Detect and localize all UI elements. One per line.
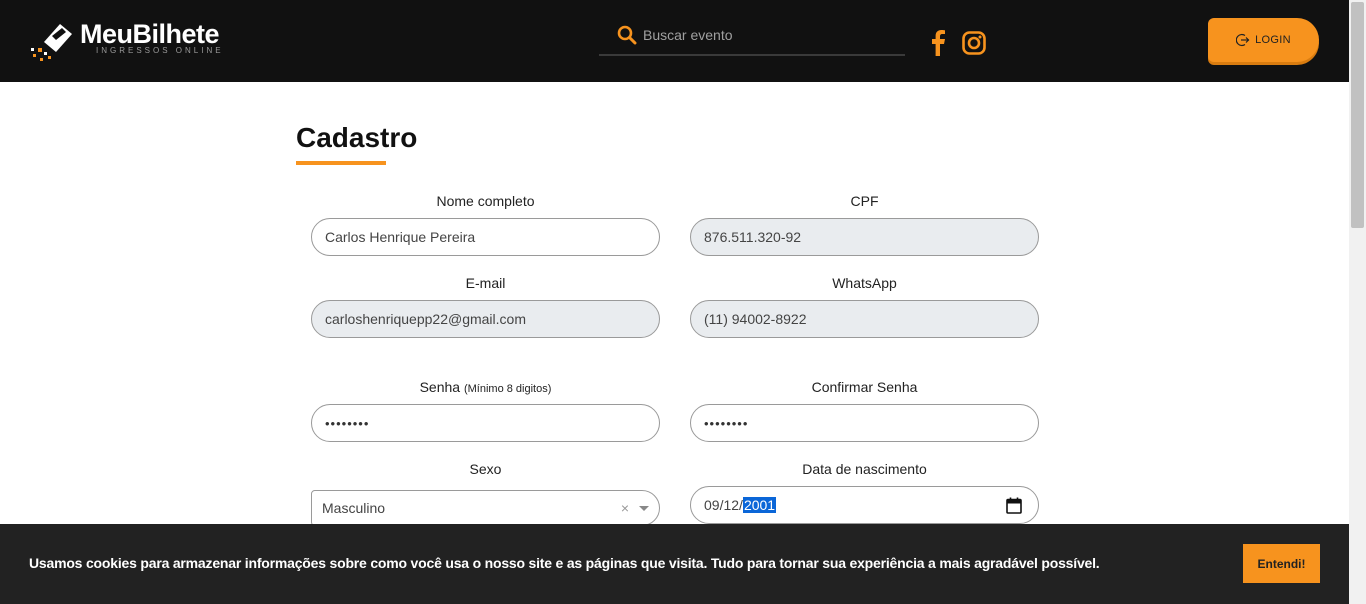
confirmar-value: •••••••• — [704, 415, 749, 431]
logo-ticket-icon — [31, 24, 72, 61]
cpf-value: 876.511.320-92 — [704, 229, 802, 245]
whatsapp-label: WhatsApp — [832, 275, 897, 291]
logo[interactable]: MeuBilhete INGRESSOS ONLINE — [30, 20, 224, 62]
sexo-label: Sexo — [469, 461, 502, 477]
logo-text: MeuBilhete — [80, 19, 220, 49]
senha-input[interactable]: •••••••• — [311, 404, 660, 442]
login-button[interactable]: LOGIN — [1208, 18, 1319, 62]
date-day[interactable]: 12 — [723, 497, 739, 513]
nome-input[interactable]: Carlos Henrique Pereira — [311, 218, 660, 256]
cookie-text: Usamos cookies para armazenar informaçõe… — [29, 555, 1100, 571]
nascimento-label: Data de nascimento — [802, 461, 927, 477]
title-underline — [296, 161, 386, 165]
nascimento-input[interactable]: 09/12/2001 — [690, 486, 1039, 524]
confirmar-input[interactable]: •••••••• — [690, 404, 1039, 442]
email-input[interactable]: carloshenriquepp22@gmail.com — [311, 300, 660, 338]
login-label: LOGIN — [1255, 34, 1291, 46]
site-header: MeuBilhete INGRESSOS ONLINE LOGIN — [0, 0, 1349, 82]
sexo-select[interactable]: Masculino × — [311, 490, 660, 526]
cookie-accept-button[interactable]: Entendi! — [1243, 544, 1320, 583]
confirmar-label: Confirmar Senha — [811, 379, 918, 395]
whatsapp-value: (11) 94002-8922 — [704, 311, 807, 327]
senha-label: Senha (Mínimo 8 digitos) — [311, 379, 660, 395]
logo-subtitle: INGRESSOS ONLINE — [96, 46, 224, 55]
cookie-banner: Usamos cookies para armazenar informaçõe… — [0, 524, 1349, 604]
nome-value: Carlos Henrique Pereira — [325, 229, 476, 245]
email-value: carloshenriquepp22@gmail.com — [325, 311, 526, 327]
clear-icon[interactable]: × — [621, 500, 629, 516]
search-icon[interactable] — [617, 25, 637, 45]
senha-label-text: Senha — [419, 379, 461, 395]
calendar-icon[interactable] — [1006, 497, 1022, 514]
nome-label: Nome completo — [436, 193, 535, 209]
whatsapp-input[interactable]: (11) 94002-8922 — [690, 300, 1039, 338]
login-icon — [1236, 33, 1250, 47]
page-scrollbar[interactable] — [1349, 0, 1366, 604]
instagram-icon[interactable] — [962, 31, 986, 55]
senha-hint: (Mínimo 8 digitos) — [463, 383, 552, 395]
sexo-value: Masculino — [322, 500, 386, 516]
page-title: Cadastro — [296, 122, 418, 153]
chevron-down-icon[interactable] — [639, 506, 649, 511]
scrollbar-thumb[interactable] — [1351, 2, 1364, 228]
cpf-label: CPF — [850, 193, 879, 209]
search-bar — [599, 20, 905, 56]
email-label: E-mail — [465, 275, 506, 291]
date-month[interactable]: 09 — [704, 497, 720, 513]
facebook-icon[interactable] — [928, 30, 946, 56]
cpf-input[interactable]: 876.511.320-92 — [690, 218, 1039, 256]
senha-value: •••••••• — [325, 415, 370, 431]
search-input[interactable] — [643, 27, 893, 43]
date-year[interactable]: 2001 — [742, 497, 777, 513]
